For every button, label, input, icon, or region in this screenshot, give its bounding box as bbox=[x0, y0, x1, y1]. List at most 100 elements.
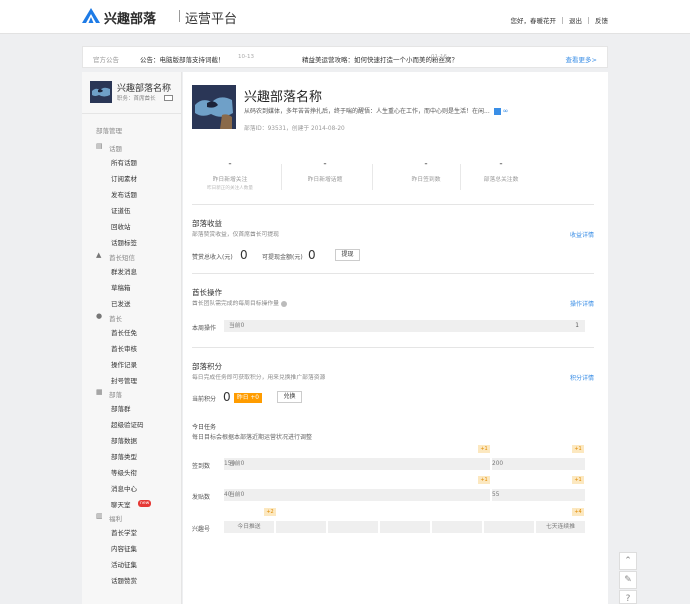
building-icon: ▦ bbox=[96, 388, 103, 396]
sidebar-item[interactable]: 聊天室 bbox=[111, 499, 131, 509]
tribe-title: 兴趣部落名称 bbox=[244, 90, 323, 105]
sidebar-item[interactable]: 部落类型 bbox=[111, 451, 137, 461]
edit-icon[interactable]: ✎ bbox=[619, 571, 637, 589]
tribe-avatar[interactable] bbox=[90, 81, 112, 103]
back-to-top-icon[interactable]: ⌃ bbox=[619, 552, 637, 570]
sidebar-item[interactable]: 话题赞赏 bbox=[111, 575, 137, 585]
push-label: 兴趣号 bbox=[192, 526, 211, 533]
sidebar-item[interactable]: 封号管理 bbox=[111, 375, 137, 385]
edit-icon[interactable] bbox=[493, 108, 501, 115]
push-day bbox=[380, 521, 430, 533]
reward-tag: +2 bbox=[264, 508, 276, 516]
sidebar-item[interactable]: 回收站 bbox=[111, 221, 131, 231]
reward-tag: +1 bbox=[572, 476, 584, 484]
push-day bbox=[484, 521, 534, 533]
greeting-link[interactable]: 您好，春暖花开 bbox=[511, 15, 557, 25]
weekly-ops-progress: 当前0 1 bbox=[224, 320, 585, 332]
main-panel: 兴趣部落名称 从码农到媒体，多年苦苦挣扎后，终于喘的醒悟：人生重心在工作，而中心… bbox=[183, 72, 608, 604]
notice-item[interactable]: 公告：电脑版部落支持词截！ bbox=[140, 54, 225, 64]
sidebar-item[interactable]: 酋长任免 bbox=[111, 327, 137, 337]
logout-link[interactable]: 退出 bbox=[569, 15, 582, 25]
sidebar-item[interactable]: 酋长审核 bbox=[111, 343, 137, 353]
points-detail-link[interactable]: 积分详情 bbox=[570, 373, 594, 382]
stat-total-followers: - 部落总关注数 bbox=[483, 159, 519, 184]
sidebar-role: 职务：首席酋长 bbox=[117, 96, 156, 102]
feedback-link[interactable]: 反馈 bbox=[595, 15, 608, 25]
help-icon[interactable] bbox=[280, 300, 287, 307]
document-icon: ▤ bbox=[96, 142, 103, 150]
reward-tag: +1 bbox=[478, 445, 490, 453]
notice-date: 10-13 bbox=[238, 54, 254, 60]
top-bar: 兴趣部落 运营平台 您好，春暖花开 退出 反馈 bbox=[0, 0, 690, 34]
tribe-description: 从码农到媒体，多年苦苦挣扎后，终于喘的醒悟：人生重心在工作，而中心则是生活！在闲… bbox=[244, 107, 509, 115]
ops-detail-link[interactable]: 操作详情 bbox=[570, 299, 594, 308]
sidebar-item[interactable]: 群发消息 bbox=[111, 266, 137, 276]
sidebar-item[interactable]: 等级头衔 bbox=[111, 467, 137, 477]
notice-date: 01-16 bbox=[431, 54, 447, 60]
brand-name[interactable]: 兴趣部落 bbox=[104, 8, 156, 27]
sidebar-item[interactable]: 消息中心 bbox=[111, 483, 137, 493]
cash-value: 0 bbox=[308, 248, 316, 262]
stat-new-followers: - 昨日新增关注 昨日新正的关注人数量 bbox=[207, 159, 253, 192]
link-icon[interactable]: ∞ bbox=[503, 107, 509, 115]
push-day bbox=[432, 521, 482, 533]
push-day-seven: 七天连续推 bbox=[536, 521, 585, 533]
sidebar: 兴趣部落名称 职务：首席酋长 部落管理 ▤ 话题 所有话题 订阅素材 发布话题 … bbox=[82, 72, 182, 604]
reward-tag: +4 bbox=[572, 508, 584, 516]
sidebar-group-welfare: 福利 bbox=[109, 515, 122, 523]
notice-more-link[interactable]: 查看更多> bbox=[566, 54, 597, 64]
tasks-subtitle: 每日目标会根据本部落近期运营状况进行调整 bbox=[192, 434, 313, 441]
sidebar-header: 兴趣部落名称 职务：首席酋长 bbox=[82, 72, 182, 114]
yesterday-points-badge: 昨日 +0 bbox=[234, 393, 262, 403]
posts-label: 发贴数 bbox=[192, 494, 211, 501]
sidebar-item[interactable]: 酋长学堂 bbox=[111, 527, 137, 537]
points-subtitle: 每日完成任务即可获取积分，用来兑换推广部落资源 bbox=[192, 375, 326, 381]
withdraw-button[interactable]: 提现 bbox=[335, 249, 360, 261]
sidebar-item[interactable]: 部落数据 bbox=[111, 435, 137, 445]
tribe-logo-icon[interactable] bbox=[82, 8, 100, 23]
sidebar-section-title: 部落管理 bbox=[96, 127, 122, 135]
sidebar-item[interactable]: 部落群 bbox=[111, 403, 131, 413]
posts-progress: 当前0 40 bbox=[224, 489, 490, 501]
sidebar-group-tribe: 部落 bbox=[109, 391, 122, 399]
stats-row: - 昨日新增关注 昨日新正的关注人数量 - 昨日新增话题 - 昨日签到数 - 部… bbox=[197, 159, 537, 192]
chief-ops-subtitle: 酋长团队需完成的每周目标操作量 bbox=[192, 298, 287, 307]
posts-goal2: 55 bbox=[492, 489, 585, 501]
tasks-title: 今日任务 bbox=[192, 424, 217, 431]
weekly-ops-label: 本周操作 bbox=[192, 325, 217, 332]
sidebar-item[interactable]: 内容征集 bbox=[111, 543, 137, 553]
sidebar-item[interactable]: 草稿箱 bbox=[111, 282, 131, 292]
reward-tag: +1 bbox=[478, 476, 490, 484]
checkin-label: 签到数 bbox=[192, 463, 211, 470]
checkin-progress: 当前0 150 bbox=[224, 458, 490, 470]
sidebar-item[interactable]: 操作记录 bbox=[111, 359, 137, 369]
sidebar-item[interactable]: 证道伍 bbox=[111, 205, 131, 215]
current-points-value: 0 bbox=[223, 390, 231, 404]
sidebar-item[interactable]: 所有话题 bbox=[111, 157, 137, 167]
revenue-title: 部落收益 bbox=[192, 219, 222, 228]
sidebar-item[interactable]: 活动征集 bbox=[111, 559, 137, 569]
current-points-label: 当前积分 bbox=[192, 396, 217, 403]
warning-icon: ▲ bbox=[96, 251, 102, 259]
sidebar-item[interactable]: 话题标签 bbox=[111, 237, 137, 247]
top-links: 您好，春暖花开 退出 反馈 bbox=[511, 15, 608, 25]
push-day-today: 今日推送 bbox=[224, 521, 274, 533]
sidebar-item[interactable]: 发布话题 bbox=[111, 189, 137, 199]
notice-bar: 官方公告 公告：电脑版部落支持词截！ 10-13 精益美运营攻略：如何快速打造一… bbox=[82, 46, 608, 68]
revenue-detail-link[interactable]: 收益详情 bbox=[570, 230, 594, 239]
exchange-button[interactable]: 兑换 bbox=[277, 391, 302, 403]
chief-ops-title: 酋长操作 bbox=[192, 288, 222, 297]
cash-label: 可提现金额(元) bbox=[262, 254, 303, 261]
sidebar-item[interactable]: 超级验证码 bbox=[111, 419, 144, 429]
total-income-value: 0 bbox=[240, 248, 248, 262]
reward-tag: +1 bbox=[572, 445, 584, 453]
stat-checkins: - 昨日签到数 bbox=[411, 159, 441, 184]
stat-new-topics: - 昨日新增话题 bbox=[307, 159, 343, 184]
tribe-meta: 部落ID：93531，创建于 2014-08-20 bbox=[244, 126, 345, 132]
sidebar-group-chiefs: 酋长 bbox=[109, 315, 122, 323]
sidebar-item[interactable]: 已发送 bbox=[111, 298, 131, 308]
mail-icon[interactable] bbox=[164, 95, 173, 101]
sidebar-item[interactable]: 订阅素材 bbox=[111, 173, 137, 183]
feedback-icon[interactable]: ? bbox=[619, 590, 637, 604]
tribe-cover-image[interactable] bbox=[192, 85, 236, 129]
